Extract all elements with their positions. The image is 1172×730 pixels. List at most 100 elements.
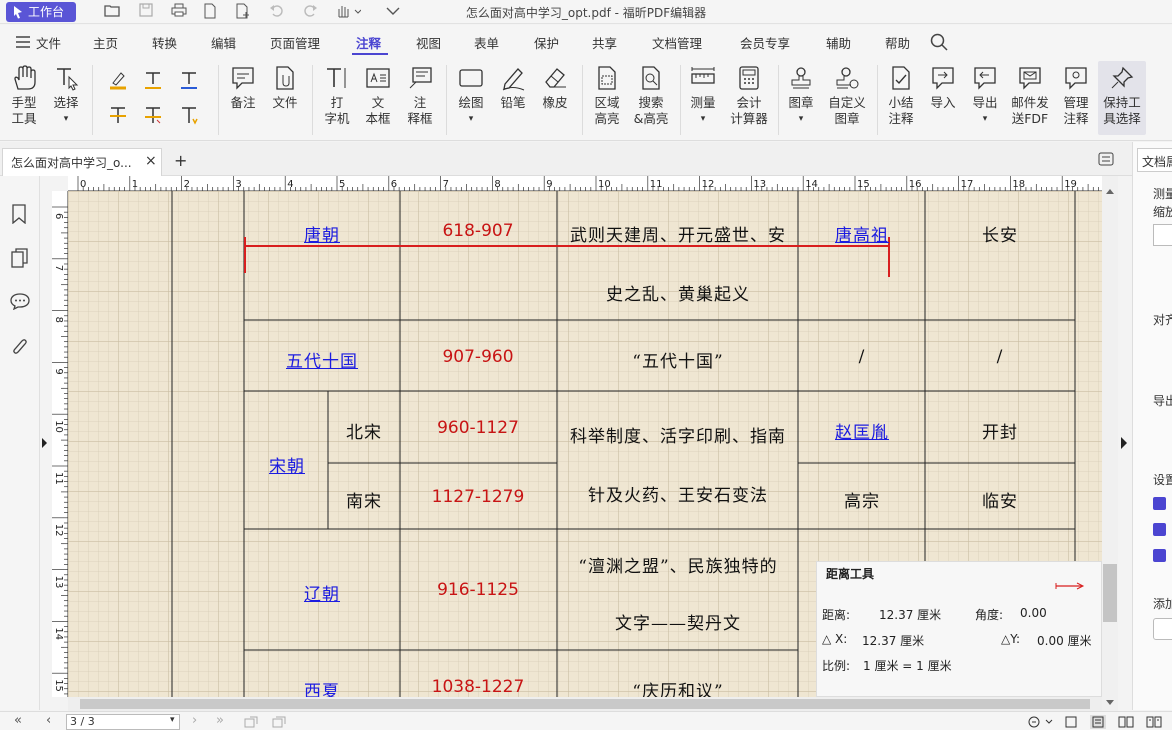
- menu-help[interactable]: 帮助: [885, 33, 910, 52]
- select-tool-button[interactable]: 选择 ▾: [48, 65, 84, 127]
- menu-comment[interactable]: 注释: [356, 33, 381, 52]
- vertical-scrollbar[interactable]: [1102, 176, 1118, 711]
- attachment-icon[interactable]: [12, 338, 28, 358]
- draw-button[interactable]: 绘图 ▾: [454, 65, 488, 127]
- cell-song-north-years: 960-1127: [437, 418, 519, 438]
- ruler-label: 6: [53, 213, 64, 219]
- prev-page-icon[interactable]: ‹: [46, 713, 51, 728]
- scroll-down-icon[interactable]: [1106, 700, 1114, 706]
- cell-tang-founder[interactable]: 唐高祖: [808, 221, 916, 246]
- scale-value: 1 厘米 = 1 厘米: [863, 659, 952, 673]
- note-button[interactable]: 备注: [226, 65, 260, 111]
- expand-left-panel-icon[interactable]: [41, 438, 48, 448]
- export-icon: [974, 67, 996, 90]
- cell-liao-events-2: 文字——契丹文: [615, 614, 741, 634]
- measure-section-title: 测量: [1153, 187, 1172, 201]
- doc-properties-tab[interactable]: 文档属: [1137, 148, 1172, 172]
- next-page-icon[interactable]: ›: [192, 713, 197, 728]
- continuous-page-icon[interactable]: [1090, 715, 1106, 729]
- typewriter-button[interactable]: 打 字机: [320, 65, 354, 127]
- setting-checkbox-2[interactable]: [1153, 523, 1166, 536]
- pages-icon[interactable]: [11, 248, 29, 268]
- horizontal-scroll-thumb[interactable]: [80, 699, 1090, 709]
- menu-file[interactable]: 文件: [36, 33, 61, 52]
- menu-share[interactable]: 共享: [592, 33, 617, 52]
- manage-comments-button[interactable]: 管理 注释: [1056, 65, 1096, 127]
- highlight-icon[interactable]: [108, 70, 128, 90]
- horizontal-scrollbar[interactable]: [68, 697, 1102, 711]
- measure-button[interactable]: 测量 ▾: [686, 65, 720, 127]
- cell-wudai-events: “五代十国”: [632, 352, 724, 372]
- cell-xixia-name[interactable]: 西夏: [274, 677, 370, 697]
- menu-home[interactable]: 主页: [93, 33, 118, 52]
- insert-text-icon[interactable]: [179, 105, 199, 125]
- page-number-field[interactable]: 3 / 3 ▾: [66, 714, 180, 730]
- note-label: 备注: [230, 95, 256, 110]
- setting-checkbox-1[interactable]: [1153, 497, 1166, 510]
- summary-comments-button[interactable]: 小结 注释: [884, 65, 918, 127]
- close-tab-icon[interactable]: ×: [145, 153, 157, 169]
- horizontal-ruler-ticks: 0 1 2 3 4 5 6 7 8 9 10 11 12 13 14 15 16 17 18 19: [77, 176, 1099, 191]
- add-input[interactable]: [1153, 618, 1172, 640]
- import-button[interactable]: 导入: [926, 65, 960, 111]
- cell-wudai-founder: /: [858, 347, 866, 367]
- cell-tang-years: 618-907: [442, 221, 514, 241]
- scroll-up-icon[interactable]: [1106, 188, 1114, 194]
- ruler-label: 3: [235, 179, 241, 190]
- rotate-icon[interactable]: [244, 716, 258, 728]
- area-highlight-button[interactable]: 区域 高亮: [590, 65, 624, 127]
- export-button[interactable]: 导出 ▾: [968, 65, 1002, 127]
- menu-form[interactable]: 表单: [474, 33, 499, 52]
- vertical-scroll-thumb[interactable]: [1103, 564, 1117, 622]
- menu-convert[interactable]: 转换: [152, 33, 177, 52]
- menu-doc-manage[interactable]: 文档管理: [652, 33, 702, 52]
- stamp-button[interactable]: 图章 ▾: [784, 65, 818, 127]
- new-tab-button[interactable]: +: [174, 151, 187, 170]
- strikeout-icon[interactable]: [108, 105, 128, 125]
- zoom-input[interactable]: [1153, 224, 1172, 246]
- single-page-icon[interactable]: [1064, 716, 1078, 728]
- comments-icon[interactable]: [10, 292, 30, 310]
- angle-label: 角度:: [975, 608, 1004, 622]
- page-dropdown-icon[interactable]: ▾: [170, 715, 175, 725]
- split-icon[interactable]: [272, 716, 286, 728]
- menu-page-manage[interactable]: 页面管理: [270, 33, 320, 52]
- email-fdf-button[interactable]: 邮件发 送FDF: [1008, 65, 1052, 127]
- text-insert-icon[interactable]: [179, 70, 199, 90]
- cell-tang-name[interactable]: 唐朝: [274, 221, 370, 246]
- menu-view[interactable]: 视图: [416, 33, 441, 52]
- menu-assist[interactable]: 辅助: [826, 33, 851, 52]
- two-page-continuous-icon[interactable]: [1146, 716, 1162, 728]
- callout-button[interactable]: 注 释框: [402, 65, 438, 127]
- cell-song-name[interactable]: 宋朝: [248, 452, 326, 477]
- file-attach-button[interactable]: 文件: [268, 65, 302, 111]
- last-page-icon[interactable]: »: [216, 713, 224, 728]
- collapse-right-panel-icon[interactable]: [1120, 437, 1128, 449]
- pencil-button[interactable]: 铅笔: [496, 65, 530, 111]
- cell-wudai-name[interactable]: 五代十国: [258, 347, 386, 372]
- search-icon[interactable]: [930, 33, 948, 51]
- setting-checkbox-3[interactable]: [1153, 549, 1166, 562]
- text-underline-icon[interactable]: [143, 70, 163, 90]
- replace-text-icon[interactable]: [143, 105, 163, 125]
- ruler-label: 12: [53, 524, 64, 537]
- menu-protect[interactable]: 保护: [534, 33, 559, 52]
- panel-toggle-icon[interactable]: [1098, 152, 1114, 166]
- keep-tool-selected-button[interactable]: 保持工 具选择: [1098, 61, 1146, 135]
- hamburger-icon[interactable]: [16, 36, 30, 48]
- custom-stamp-button[interactable]: 自定义 图章: [826, 65, 868, 127]
- textbox-button[interactable]: 文 本框: [360, 65, 396, 127]
- first-page-icon[interactable]: «: [14, 713, 22, 728]
- calculator-button[interactable]: 会计 计算器: [728, 65, 770, 127]
- bookmark-icon[interactable]: [11, 204, 27, 224]
- menu-member[interactable]: 会员专享: [740, 33, 790, 52]
- document-tab[interactable]: 怎么面对高中学习_o... ×: [2, 148, 162, 176]
- cell-liao-name[interactable]: 辽朝: [274, 580, 370, 605]
- search-highlight-button[interactable]: 搜索 &高亮: [630, 65, 672, 127]
- two-page-icon[interactable]: [1118, 716, 1134, 728]
- cell-song-north-founder[interactable]: 赵匡胤: [808, 418, 916, 443]
- eraser-button[interactable]: 橡皮: [538, 65, 572, 111]
- menu-edit[interactable]: 编辑: [211, 33, 236, 52]
- read-mode-icon[interactable]: [1028, 716, 1054, 728]
- hand-tool-button[interactable]: 手型 工具: [6, 65, 42, 127]
